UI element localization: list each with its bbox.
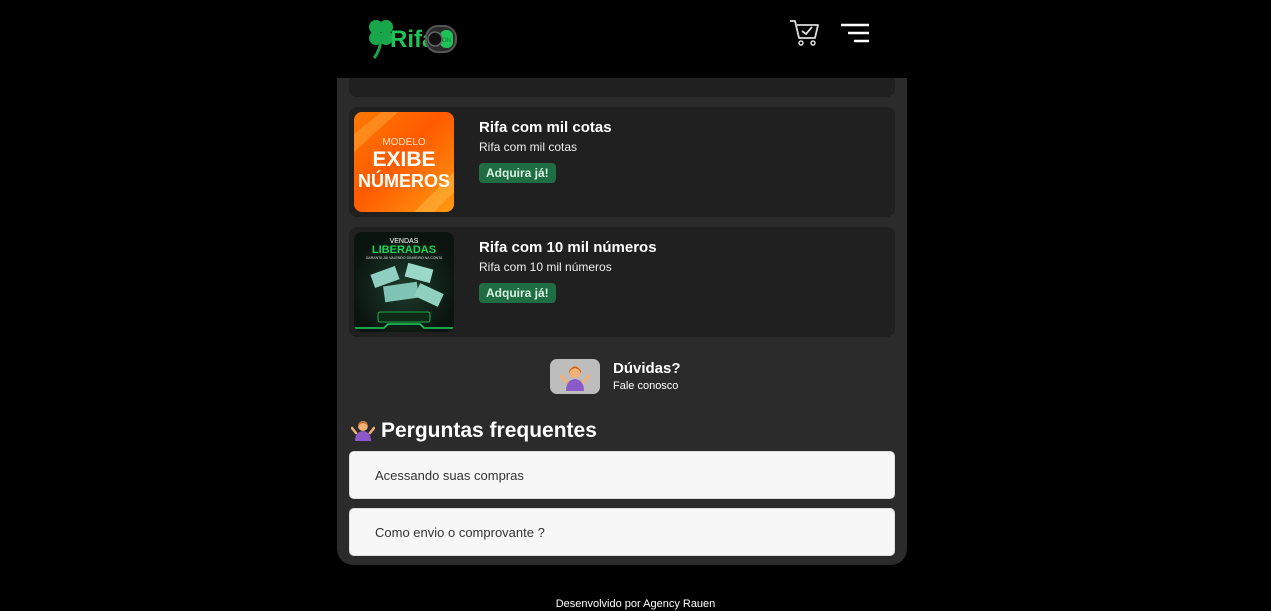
thumb-line-3: GARANTA JÁ! VALENDO DINHEIRO NA CONTA	[366, 256, 443, 260]
raffle-subtitle: Rifa com mil cotas	[479, 140, 578, 154]
shrug-person-icon	[559, 366, 591, 391]
help-subtitle: Fale conosco	[613, 380, 679, 392]
raffle-title[interactable]: Rifa com mil cotas	[479, 119, 612, 136]
faq-heading: Perguntas frequentes	[351, 417, 597, 443]
thumb-line-2: LIBERADAS	[372, 244, 436, 256]
buy-button[interactable]: Adquira já!	[479, 163, 556, 183]
raffle-title[interactable]: Rifa com 10 mil números	[479, 239, 657, 256]
logo-badge: ON	[442, 38, 451, 44]
faq-heading-text: Perguntas frequentes	[381, 419, 597, 442]
site-logo[interactable]: Rifa ON	[363, 13, 459, 61]
menu-icon[interactable]	[840, 22, 870, 44]
raffle-thumbnail: MODELO EXIBE NÚMEROS	[354, 112, 454, 212]
raffle-thumbnail: VENDAS LIBERADAS GARANTA JÁ! VALENDO DIN…	[354, 232, 454, 332]
contact-help[interactable]: Dúvidas? Fale conosco	[550, 358, 710, 396]
cart-icon[interactable]	[788, 16, 820, 48]
main-panel: Rifa ON MODELO EXIBE NÚMEROS Rifa com mi…	[337, 0, 907, 565]
faq-item[interactable]: Acessando suas compras	[349, 451, 895, 499]
thumb-line-1: MODELO	[382, 137, 426, 148]
help-icon-box	[550, 359, 600, 394]
toggle-icon: ON	[425, 25, 457, 53]
faq-question: Como envio o comprovante ?	[375, 525, 545, 540]
faq-item[interactable]: Como envio o comprovante ?	[349, 508, 895, 556]
buy-button[interactable]: Adquira já!	[479, 283, 556, 303]
faq-question: Acessando suas compras	[375, 468, 524, 483]
shrug-person-icon	[351, 421, 375, 441]
footer-credit: Desenvolvido por Agency Rauen	[555, 598, 716, 610]
site-header: Rifa ON	[337, 0, 907, 78]
raffle-card[interactable]: VENDAS LIBERADAS GARANTA JÁ! VALENDO DIN…	[349, 227, 895, 337]
thumb-line-3: NÚMEROS	[358, 170, 450, 191]
raffle-subtitle: Rifa com 10 mil números	[479, 260, 612, 274]
thumb-line-2: EXIBE	[372, 148, 435, 171]
help-title: Dúvidas?	[613, 360, 681, 377]
raffle-card[interactable]: MODELO EXIBE NÚMEROS Rifa com mil cotas …	[349, 107, 895, 217]
